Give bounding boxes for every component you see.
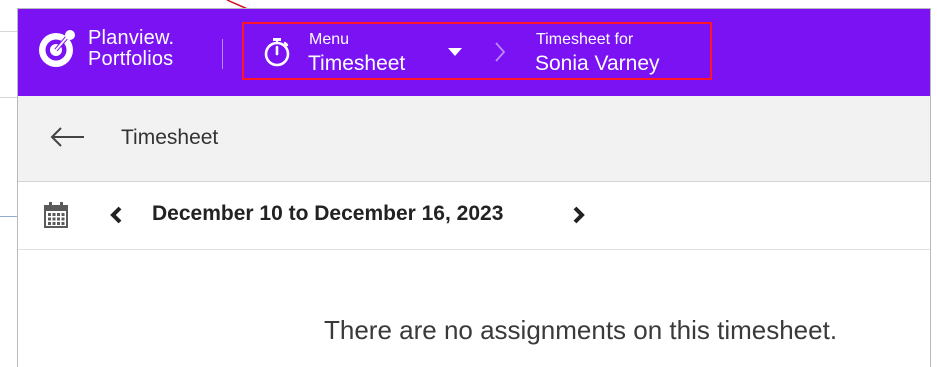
brand-name-line2: Portfolios — [88, 48, 174, 70]
top-header: Planview. Portfolios Menu Timesheet Time… — [18, 9, 930, 96]
page-subheader: Timesheet — [18, 96, 930, 182]
page-title: Timesheet — [121, 126, 219, 149]
app-window: Planview. Portfolios Menu Timesheet Time… — [17, 8, 931, 367]
empty-state-message: There are no assignments on this timeshe… — [324, 315, 838, 345]
background-divider — [0, 31, 17, 32]
date-navigation: December 10 to December 16, 2023 — [18, 182, 930, 250]
chevron-left-icon[interactable] — [109, 206, 123, 224]
brand-name[interactable]: Planview. Portfolios — [88, 28, 174, 70]
calendar-icon[interactable] — [43, 201, 69, 229]
annotation-highlight-box — [242, 22, 712, 80]
background-divider — [0, 216, 17, 217]
brand-name-line1: Planview. — [88, 27, 175, 49]
planview-logo-icon[interactable] — [35, 27, 79, 71]
header-divider — [222, 39, 223, 69]
back-arrow-icon[interactable] — [50, 126, 86, 148]
chevron-right-icon[interactable] — [572, 206, 586, 224]
date-range-label: December 10 to December 16, 2023 — [152, 202, 504, 225]
background-divider — [0, 97, 17, 98]
